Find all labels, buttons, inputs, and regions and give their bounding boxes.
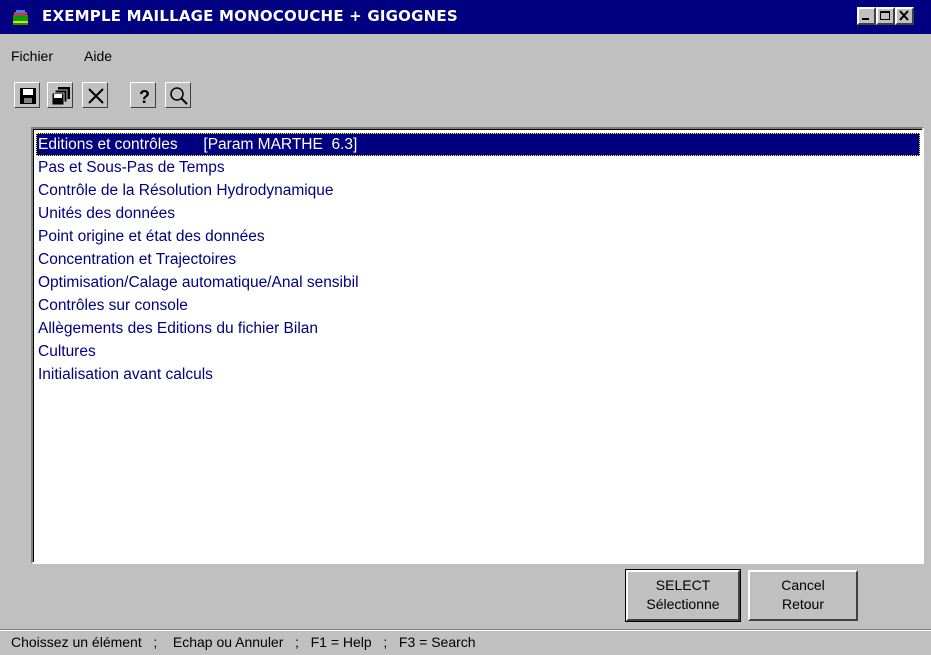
status-bar: Choissez un élément ; Echap ou Annuler ;…	[0, 629, 931, 655]
save-all-button[interactable]	[47, 82, 73, 108]
list-item-optimisation[interactable]: Optimisation/Calage automatique/Anal sen…	[36, 271, 920, 294]
list-item-pas-de-temps[interactable]: Pas et Sous-Pas de Temps	[36, 156, 920, 179]
delete-icon	[88, 88, 104, 104]
list-item-concentration[interactable]: Concentration et Trajectoires	[36, 248, 920, 271]
title-bar: EXEMPLE MAILLAGE MONOCOUCHE + GIGOGNES	[0, 0, 931, 34]
list-item-point-origine[interactable]: Point origine et état des données	[36, 225, 920, 248]
minimize-button[interactable]	[857, 7, 876, 25]
search-button[interactable]	[165, 82, 191, 108]
toolbar: ?	[0, 72, 931, 112]
cancel-button[interactable]: Cancel Retour	[748, 570, 858, 621]
cancel-button-sublabel: Retour	[781, 596, 825, 612]
list-item-controles-console[interactable]: Contrôles sur console	[36, 294, 920, 317]
list-item-initialisation[interactable]: Initialisation avant calculs	[36, 363, 920, 386]
list-item-editions[interactable]: Editions et contrôles [Param MARTHE 6.3]	[36, 133, 920, 156]
minimize-icon	[862, 18, 869, 20]
save-all-icon	[51, 87, 70, 106]
options-listbox[interactable]: Editions et contrôles [Param MARTHE 6.3]…	[31, 127, 924, 564]
cancel-button-label: Cancel	[781, 577, 825, 593]
help-button[interactable]: ?	[130, 82, 156, 108]
list-item-cultures[interactable]: Cultures	[36, 340, 920, 363]
select-button-label: SELECT	[655, 577, 711, 593]
select-button-sublabel: Sélectionne	[646, 596, 720, 612]
list-item-resolution[interactable]: Contrôle de la Résolution Hydrodynamique	[36, 179, 920, 202]
window-title: EXEMPLE MAILLAGE MONOCOUCHE + GIGOGNES	[42, 7, 458, 25]
menu-aide[interactable]: Aide	[84, 48, 112, 64]
close-button[interactable]	[895, 7, 914, 25]
list-item-allegements[interactable]: Allègements des Editions du fichier Bila…	[36, 317, 920, 340]
maximize-button[interactable]	[876, 7, 895, 25]
select-button[interactable]: SELECT Sélectionne	[625, 569, 741, 622]
save-icon	[20, 88, 36, 104]
app-icon	[13, 10, 28, 25]
menu-bar: Fichier Aide	[0, 34, 931, 72]
list-item-unites[interactable]: Unités des données	[36, 202, 920, 225]
delete-button[interactable]	[82, 82, 108, 108]
search-icon	[170, 87, 188, 105]
menu-fichier[interactable]: Fichier	[11, 48, 53, 64]
help-icon: ?	[139, 87, 150, 106]
save-button[interactable]	[14, 82, 40, 108]
maximize-icon	[880, 11, 890, 20]
close-icon	[899, 10, 909, 21]
svg-text:?: ?	[139, 87, 150, 106]
